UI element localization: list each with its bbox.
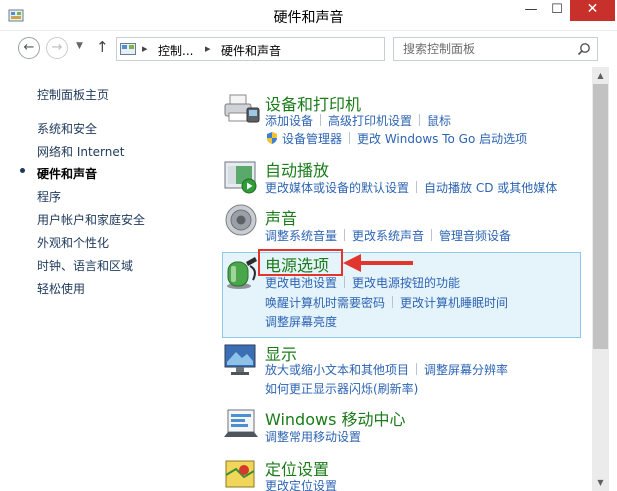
power-icon[interactable] <box>222 254 260 292</box>
link-divider <box>419 114 421 126</box>
sidebar-item-system-security[interactable]: 系统和安全 <box>37 120 97 137</box>
add-device-link[interactable]: 添加设备 <box>265 114 313 128</box>
forward-button[interactable]: → <box>46 37 68 59</box>
display-links-row-2: 如何更正显示器闪烁(刷新率) <box>265 380 418 397</box>
breadcrumb-control-panel[interactable]: 控制... <box>158 42 193 59</box>
text-size-link[interactable]: 放大或缩小文本和其他项目 <box>265 363 409 377</box>
refresh-rate-link[interactable]: 如何更正显示器闪烁(刷新率) <box>265 382 418 396</box>
maximize-button[interactable]: ☐ <box>544 0 570 21</box>
control-panel-home-link[interactable]: 控制面板主页 <box>37 86 109 103</box>
windows-to-go-startup-link[interactable]: 更改 Windows To Go 启动选项 <box>357 132 527 146</box>
printer-icon[interactable] <box>222 89 260 127</box>
display-links-row-1: 放大或缩小文本和其他项目 调整屏幕分辨率 <box>265 361 508 378</box>
autoplay-icon[interactable] <box>222 158 260 196</box>
close-button[interactable]: ✕ <box>570 0 615 21</box>
adjust-mobility-settings-link[interactable]: 调整常用移动设置 <box>265 430 361 444</box>
link-divider <box>320 114 322 126</box>
sidebar-item-hardware-sound: 硬件和声音 <box>37 167 98 181</box>
link-divider <box>344 276 346 288</box>
display-icon[interactable] <box>222 342 260 380</box>
autoplay-links: 更改媒体或设备的默认设置 自动播放 CD 或其他媒体 <box>265 179 557 196</box>
sidebar-item-clock-language-region[interactable]: 时钟、语言和区域 <box>37 257 133 274</box>
device-manager-link[interactable]: 设备管理器 <box>282 132 342 146</box>
sidebar-item-appearance[interactable]: 外观和个性化 <box>37 234 109 251</box>
sound-links: 调整系统音量 更改系统声音 管理音频设备 <box>265 227 511 244</box>
change-media-default-link[interactable]: 更改媒体或设备的默认设置 <box>265 181 409 195</box>
advanced-printer-setup-link[interactable]: 高级打印机设置 <box>328 114 412 128</box>
left-navigation: 控制面板主页 系统和安全 网络和 Internet 硬件和声音 程序 用户帐户和… <box>0 67 215 491</box>
current-item-bullet <box>20 168 25 173</box>
title-bar: 硬件和声音 — ☐ ✕ <box>0 0 617 31</box>
sidebar-item-ease-of-access[interactable]: 轻松使用 <box>37 280 85 297</box>
window-border <box>609 31 617 491</box>
link-divider <box>349 132 351 144</box>
power-options-links-row-2: 唤醒计算机时需要密码 更改计算机睡眠时间 <box>265 294 508 311</box>
minimize-button[interactable]: — <box>518 0 544 21</box>
sidebar-item-user-accounts[interactable]: 用户帐户和家庭安全 <box>37 211 145 228</box>
change-sleep-time-link[interactable]: 更改计算机睡眠时间 <box>400 296 508 310</box>
link-divider <box>344 229 346 241</box>
autoplay-title[interactable]: 自动播放 <box>265 157 329 181</box>
mobility-center-icon[interactable] <box>222 407 260 445</box>
sidebar-item-programs[interactable]: 程序 <box>37 188 61 205</box>
link-divider <box>416 363 418 375</box>
require-password-on-wake-link[interactable]: 唤醒计算机时需要密码 <box>265 296 385 310</box>
up-button[interactable]: ↑ <box>96 38 109 56</box>
change-battery-settings-link[interactable]: 更改电池设置 <box>265 276 337 290</box>
breadcrumb-hardware-sound[interactable]: 硬件和声音 <box>221 42 281 59</box>
annotation-arrow-icon <box>343 254 413 272</box>
sidebar-item-network-internet[interactable]: 网络和 Internet <box>37 143 124 160</box>
devices-printers-links-row-2: 设备管理器 更改 Windows To Go 启动选项 <box>265 130 527 147</box>
link-divider <box>431 229 433 241</box>
autoplay-cd-link[interactable]: 自动播放 CD 或其他媒体 <box>424 181 557 195</box>
breadcrumb-separator[interactable]: ▸ <box>142 42 148 55</box>
change-location-settings-link[interactable]: 更改定位设置 <box>265 479 337 491</box>
power-button-function-link[interactable]: 更改电源按钮的功能 <box>352 276 460 290</box>
navigation-bar: ← → ▼ ↑ ▸ 控制... ▸ 硬件和声音 ▼ ↻ <box>0 31 617 67</box>
change-system-sounds-link[interactable]: 更改系统声音 <box>352 229 424 243</box>
mobility-center-links: 调整常用移动设置 <box>265 428 361 445</box>
sound-title[interactable]: 声音 <box>265 205 297 229</box>
mobility-center-title[interactable]: Windows 移动中心 <box>265 406 406 430</box>
location-icon[interactable] <box>222 455 260 491</box>
main-content: 设备和打印机 添加设备 高级打印机设置 鼠标 设备管理器 更改 Windows To … <box>215 67 592 491</box>
shield-icon <box>267 132 277 144</box>
recent-locations-dropdown[interactable]: ▼ <box>76 41 83 51</box>
back-button[interactable]: ← <box>18 37 40 59</box>
link-divider <box>416 181 418 193</box>
link-divider <box>392 296 394 308</box>
adjust-screen-brightness-link[interactable]: 调整屏幕亮度 <box>265 315 337 329</box>
search-input[interactable] <box>394 38 574 60</box>
control-panel-icon <box>120 43 136 55</box>
speaker-icon[interactable] <box>222 201 260 239</box>
scroll-down-arrow-icon[interactable]: ▼ <box>592 474 609 491</box>
devices-printers-links-row-1: 添加设备 高级打印机设置 鼠标 <box>265 112 451 129</box>
power-options-links-row-3: 调整屏幕亮度 <box>265 313 337 330</box>
search-icon[interactable] <box>577 42 591 56</box>
breadcrumb-separator[interactable]: ▸ <box>205 42 211 55</box>
power-options-links-row-1: 更改电池设置 更改电源按钮的功能 <box>265 274 460 291</box>
annotation-red-box <box>258 249 343 276</box>
adjust-volume-link[interactable]: 调整系统音量 <box>265 229 337 243</box>
screen-resolution-link[interactable]: 调整屏幕分辨率 <box>424 363 508 377</box>
mouse-link[interactable]: 鼠标 <box>427 114 451 128</box>
vertical-scrollbar[interactable]: ▲ ▼ <box>592 67 609 491</box>
search-box[interactable] <box>393 37 598 61</box>
manage-audio-devices-link[interactable]: 管理音频设备 <box>439 229 511 243</box>
address-bar[interactable]: ▸ 控制... ▸ 硬件和声音 ▼ ↻ <box>116 37 487 61</box>
location-settings-links: 更改定位设置 <box>265 477 337 491</box>
scroll-thumb[interactable] <box>593 84 608 349</box>
scroll-up-arrow-icon[interactable]: ▲ <box>592 67 609 84</box>
